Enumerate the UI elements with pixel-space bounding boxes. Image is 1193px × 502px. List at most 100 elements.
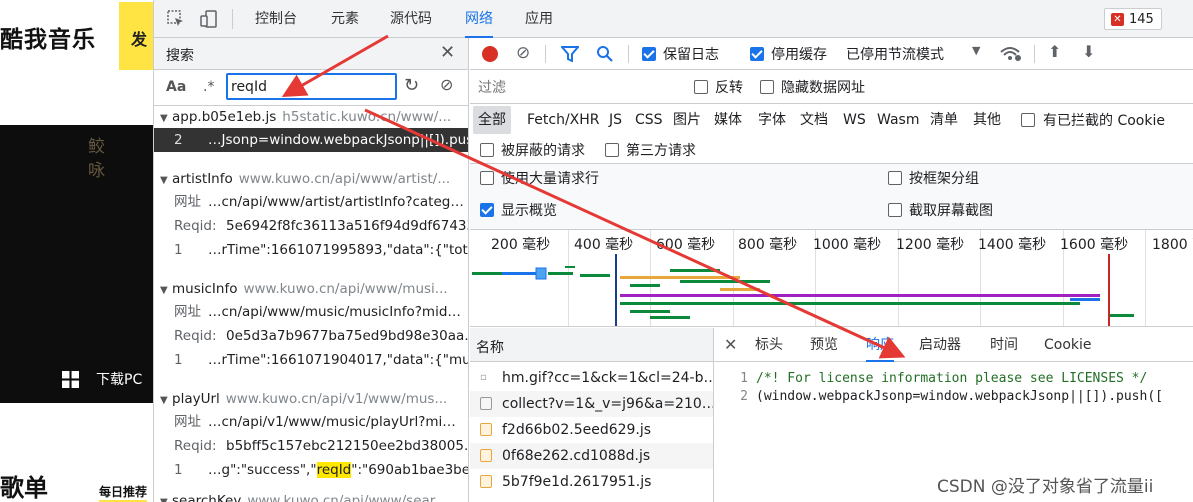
result-file[interactable]: ▼ artistInfo www.kuwo.cn/api/www/artist/..… <box>154 168 468 190</box>
request-row[interactable]: collect?v=1&_v=j96&a=210… <box>470 391 714 417</box>
group-by-frame-checkbox[interactable] <box>888 171 902 185</box>
throttling-select[interactable]: 已停用节流模式 <box>846 44 944 64</box>
filter-type-ws[interactable]: WS <box>843 106 866 134</box>
site-title[interactable]: 酷我音乐 <box>0 20 96 54</box>
filter-type-fetch-xhr[interactable]: Fetch/XHR <box>527 106 600 134</box>
result-line-text: 5e6942f8fc36113a516f94d9df67433f <box>226 218 469 234</box>
close-icon[interactable]: ✕ <box>724 328 737 362</box>
result-line-label: 网址 <box>174 304 201 320</box>
clear-icon[interactable]: ⊘ <box>516 43 530 63</box>
filter-type-wasm[interactable]: Wasm <box>877 106 919 134</box>
hero-banner[interactable]: 鲛咏 <box>0 125 153 403</box>
toolbar-divider <box>545 45 546 63</box>
filter-type-all[interactable]: 全部 <box>473 106 511 134</box>
result-line-label: 网址 <box>174 194 201 210</box>
result-line[interactable]: 2 …Jsonp=window.webpackJsonp||[]).pus… <box>154 128 468 152</box>
timeline-tick: 1600 毫秒 <box>1060 237 1129 253</box>
filter-type-css[interactable]: CSS <box>635 106 663 134</box>
tab-application[interactable]: 应用 <box>525 0 553 38</box>
result-line[interactable]: 1 …rTime":1661071995893,"data":{"total":… <box>154 238 468 262</box>
clear-icon[interactable]: ⊘ <box>440 75 453 94</box>
result-group: ▼ musicInfo www.kuwo.cn/api/www/musi... 网址… <box>154 278 469 372</box>
network-overview-timeline[interactable]: 200 毫秒 400 毫秒 600 毫秒 800 毫秒 1000 毫秒 1200… <box>470 230 1193 327</box>
site-cta-button[interactable]: 发 <box>119 2 153 70</box>
result-line-text: …rTime":1661071995893,"data":{"total":… <box>208 242 468 258</box>
export-har-icon[interactable]: ⬇ <box>1082 42 1095 61</box>
filter-icon[interactable] <box>561 46 579 62</box>
daily-recommend-tab[interactable]: 每日推荐 <box>99 483 148 502</box>
result-file[interactable]: ▼ musicInfo www.kuwo.cn/api/www/musi... <box>154 278 468 300</box>
tab-preview[interactable]: 预览 <box>810 328 838 362</box>
tab-elements[interactable]: 元素 <box>331 0 359 38</box>
result-line[interactable]: 网址 …cn/api/v1/www/music/playUrl?mi… <box>154 410 468 434</box>
request-name: f2d66b02.5eed629.js <box>502 422 652 438</box>
large-rows-checkbox[interactable] <box>480 171 494 185</box>
tab-sources[interactable]: 源代码 <box>390 0 432 38</box>
request-name: hm.gif?cc=1&ck=1&cl=24-b… <box>502 370 714 386</box>
result-line-text: 0e5d3a7b9677ba75ed9bd98e30aa… <box>226 328 469 344</box>
name-column-header[interactable]: 名称 <box>470 328 713 362</box>
result-line[interactable]: 网址 …cn/api/www/music/musicInfo?mid… <box>154 300 468 324</box>
regex-toggle[interactable]: .* <box>203 79 214 95</box>
third-party-checkbox[interactable] <box>605 143 619 157</box>
search-input[interactable] <box>226 73 397 100</box>
script-file-icon <box>480 475 492 488</box>
result-file[interactable]: ▼searchKey www.kuwo.cn/api/www/sear... <box>154 490 468 502</box>
tab-headers[interactable]: 标头 <box>755 328 783 362</box>
blocked-cookies-checkbox[interactable] <box>1021 113 1035 127</box>
disable-cache-label: 停用缓存 <box>771 47 827 63</box>
invert-checkbox[interactable] <box>694 80 708 94</box>
result-line[interactable]: Reqid: 5e6942f8fc36113a516f94d9df67433f <box>154 214 469 238</box>
inspect-element-icon[interactable] <box>166 10 186 28</box>
result-file[interactable]: ▼ playUrl www.kuwo.cn/api/v1/www/mus... <box>154 388 468 410</box>
wifi-settings-icon[interactable] <box>1000 46 1022 62</box>
blocked-cookies-label: 有已拦截的 Cookie <box>1043 113 1165 129</box>
blocked-requests-checkbox[interactable] <box>480 143 494 157</box>
result-line[interactable]: 1 …g":"success","reqId":"690ab1bae3be6f… <box>154 458 468 482</box>
filter-type-js[interactable]: JS <box>609 106 622 134</box>
filter-type-img[interactable]: 图片 <box>673 106 701 134</box>
result-file[interactable]: ▼ app.b05e1eb.js h5static.kuwo.cn/www/... <box>154 106 468 128</box>
tab-console[interactable]: 控制台 <box>255 0 297 38</box>
tab-cookies[interactable]: Cookie <box>1044 328 1092 362</box>
error-count-badge[interactable]: ✕ 145 <box>1104 8 1162 30</box>
tab-timing[interactable]: 时间 <box>990 328 1018 362</box>
timeline-tick: 1400 毫秒 <box>978 237 1047 253</box>
result-line[interactable]: 1 …rTime":1661071904017,"data":{"musicr… <box>154 348 468 372</box>
capture-screenshots-checkbox[interactable] <box>888 203 902 217</box>
timeline-tick: 600 毫秒 <box>656 237 716 253</box>
search-icon[interactable] <box>596 45 614 63</box>
document-icon <box>480 397 492 410</box>
result-line[interactable]: 网址 …cn/api/www/artist/artistInfo?categ… <box>154 190 468 214</box>
show-overview-checkbox[interactable] <box>480 203 494 217</box>
tab-network[interactable]: 网络 <box>465 0 493 38</box>
preserve-log-checkbox[interactable] <box>642 47 656 61</box>
result-line[interactable]: Reqid: 0e5d3a7b9677ba75ed9bd98e30aa… <box>154 324 469 348</box>
result-file-name: artistInfo <box>172 171 233 187</box>
filter-type-other[interactable]: 其他 <box>973 106 1001 134</box>
network-panel: ⊘ 保留日志 停用缓存 已停用节流模式 ▼ ⬆ ⬇ 反转 <box>470 38 1193 502</box>
filter-input[interactable] <box>474 74 674 100</box>
download-pc-link[interactable]: 下载PC <box>96 369 142 389</box>
tab-response[interactable]: 响应 <box>866 328 894 362</box>
device-toolbar-icon[interactable] <box>199 10 219 28</box>
filter-type-media[interactable]: 媒体 <box>714 106 742 134</box>
filter-type-manifest[interactable]: 清单 <box>930 106 958 134</box>
request-row[interactable]: 0f68e262.cd1088d.js <box>470 443 713 469</box>
request-row[interactable]: f2d66b02.5eed629.js <box>470 417 713 443</box>
refresh-icon[interactable]: ↻ <box>404 75 419 96</box>
result-line[interactable]: Reqid: b5bff5c157ebc212150ee2bd38005… <box>154 434 468 458</box>
chevron-down-icon[interactable]: ▼ <box>972 44 980 57</box>
record-button[interactable] <box>482 46 498 62</box>
import-har-icon[interactable]: ⬆ <box>1048 42 1061 61</box>
request-row[interactable]: ▫ hm.gif?cc=1&ck=1&cl=24-b… <box>470 365 714 391</box>
request-row[interactable]: 5b7f9e1d.2617951.js <box>470 469 713 495</box>
close-icon[interactable]: ✕ <box>440 42 455 63</box>
match-case-toggle[interactable]: Aa <box>166 79 186 95</box>
filter-type-font[interactable]: 字体 <box>758 106 786 134</box>
filter-type-doc[interactable]: 文档 <box>800 106 828 134</box>
request-name: collect?v=1&_v=j96&a=210… <box>502 396 714 412</box>
disable-cache-checkbox[interactable] <box>750 47 764 61</box>
hide-data-urls-checkbox[interactable] <box>760 80 774 94</box>
tab-initiator[interactable]: 启动器 <box>919 328 961 362</box>
